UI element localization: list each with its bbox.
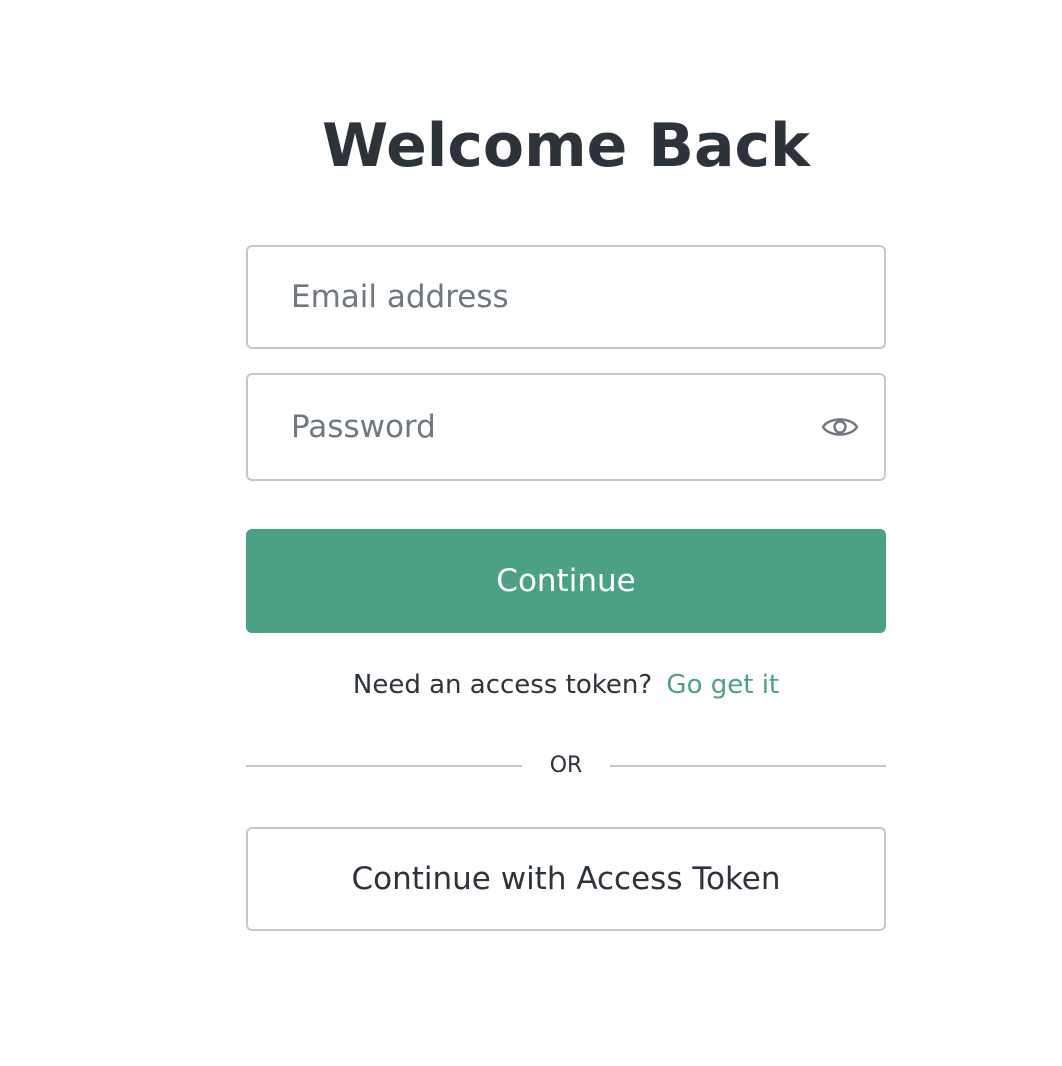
go-get-it-link[interactable]: Go get it: [666, 670, 779, 700]
continue-button[interactable]: Continue: [246, 529, 886, 633]
login-page: Welcome Back Continue Need an access tok…: [0, 0, 1062, 1066]
access-token-button-label: Continue with Access Token: [351, 861, 781, 897]
access-token-prompt: Need an access token? Go get it: [246, 665, 886, 705]
eye-icon: [821, 418, 859, 436]
email-field-container: [246, 245, 886, 349]
password-input[interactable]: [248, 375, 884, 479]
divider-line-right: [610, 765, 886, 767]
divider-line-left: [246, 765, 522, 767]
or-divider: OR: [246, 750, 886, 782]
continue-button-label: Continue: [496, 563, 636, 599]
page-title: Welcome Back: [322, 111, 810, 181]
continue-with-access-token-button[interactable]: Continue with Access Token: [246, 827, 886, 931]
show-password-toggle[interactable]: [820, 407, 860, 447]
divider-label: OR: [549, 753, 583, 778]
access-token-prompt-text: Need an access token?: [352, 670, 653, 700]
password-field-container: [246, 373, 886, 481]
email-input[interactable]: [248, 247, 884, 347]
